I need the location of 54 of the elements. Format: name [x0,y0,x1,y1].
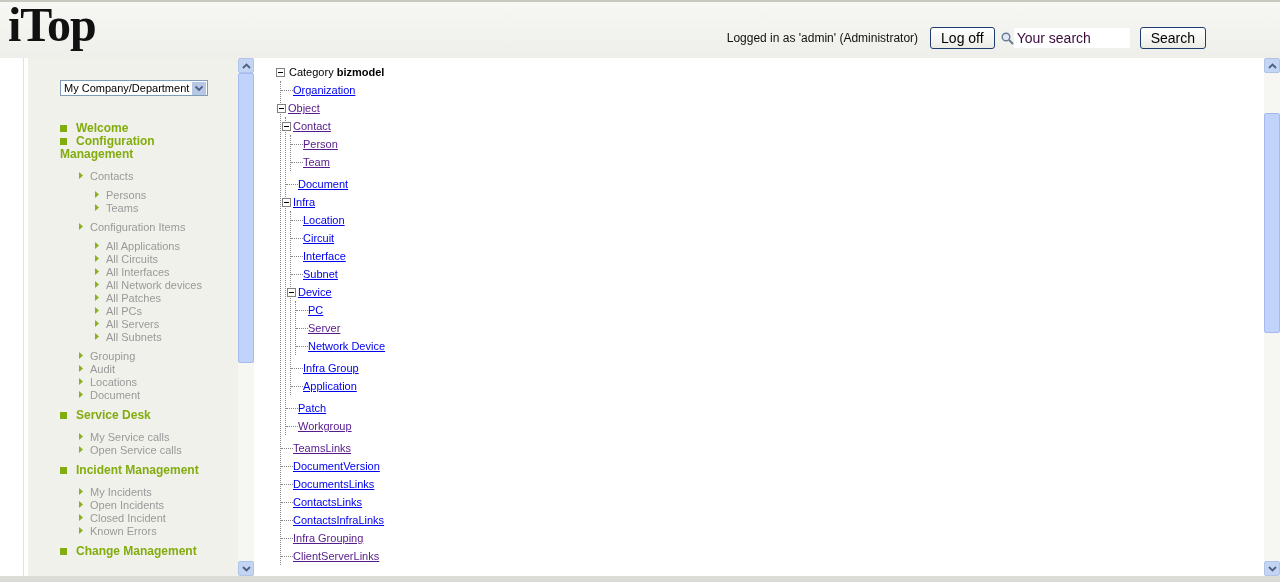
logoff-button[interactable]: Log off [930,27,995,49]
collapse-icon[interactable] [282,197,291,207]
organization-select[interactable]: My Company/Department [60,80,208,96]
chevron-down-icon [1267,565,1277,572]
tree-link[interactable]: Team [303,156,330,168]
scrollbar[interactable] [238,58,254,576]
scroll-thumb[interactable] [1264,113,1280,333]
tree-link[interactable]: PC [308,304,324,316]
search-field[interactable]: Your search [1013,28,1130,48]
arrow-icon [79,172,83,179]
tree-link[interactable]: Application [303,380,357,392]
tree-link[interactable]: Patch [298,402,327,414]
chevron-up-icon [241,62,251,69]
chevron-up-icon [1267,62,1277,69]
scroll-up-button[interactable] [1264,58,1280,73]
tree-link[interactable]: Contact [293,120,331,132]
tree-link[interactable]: Infra Group [303,362,359,374]
tree-link[interactable]: Server [308,322,341,334]
user-info: Logged in as 'admin' (Administrator) [726,31,919,45]
collapse-icon[interactable] [287,287,296,297]
tree-link[interactable]: ClientServerLinks [293,550,380,562]
tree-link[interactable]: Infra [293,196,315,208]
category-title: Category bizmodel [289,66,385,78]
tree-link[interactable]: Organization [293,84,356,96]
tree-link[interactable]: ContactsLinks [293,496,363,508]
tree-link[interactable]: Object [288,102,320,114]
tree-link[interactable]: Network Device [308,340,386,352]
tree-link[interactable]: DocumentsLinks [293,478,375,490]
chevron-down-icon [241,565,251,572]
collapse-icon[interactable] [277,103,286,113]
tree-link[interactable]: DocumentVersion [293,460,380,472]
scroll-down-button[interactable] [238,561,254,576]
tree-link[interactable]: Person [303,138,338,150]
scroll-down-button[interactable] [1264,561,1280,576]
logo: iTop [8,1,96,49]
tree-link[interactable]: ContactsInfraLinks [293,514,385,526]
tree-link[interactable]: Circuit [303,232,335,244]
arrow-icon [79,223,83,230]
tree-link[interactable]: Interface [303,250,346,262]
collapse-icon[interactable] [282,121,291,131]
tree-link[interactable]: Subnet [303,268,338,280]
scroll-up-button[interactable] [238,58,254,73]
tree-link[interactable]: TeamsLinks [293,442,352,454]
tree-link[interactable]: Document [298,178,349,190]
tree-link[interactable]: Workgroup [298,420,352,432]
collapse-icon[interactable] [276,67,285,77]
tree-link[interactable]: Device [298,286,332,298]
search-button[interactable]: Search [1139,27,1206,49]
search-icon [1000,31,1014,45]
caret-icon [192,81,206,95]
scrollbar[interactable] [1264,58,1280,576]
tree-link[interactable]: Location [303,214,345,226]
scroll-thumb[interactable] [238,73,254,363]
tree-link[interactable]: Infra Grouping [293,532,364,544]
